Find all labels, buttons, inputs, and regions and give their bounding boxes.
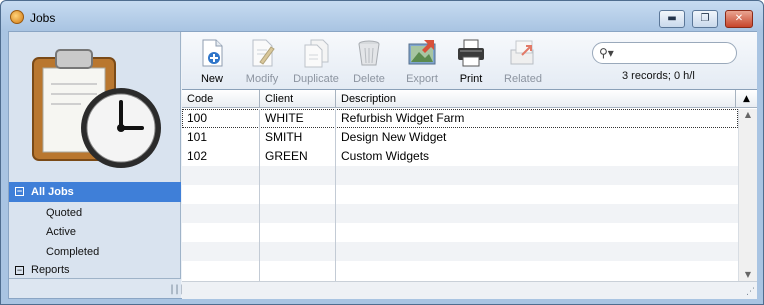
sidebar-item-quoted[interactable]: Quoted [9,203,181,223]
new-button[interactable]: New [184,38,240,88]
sidebar-item-completed[interactable]: Completed [9,242,181,262]
column-header-description[interactable]: Description [336,90,736,108]
column-divider [335,109,336,281]
resize-grip-icon[interactable]: ⋰ [746,287,755,297]
cell-code: 102 [187,149,208,163]
toolbar: New Modify Duplicate Delete Export Print… [182,32,757,89]
table-row[interactable]: 100 WHITE Refurbish Widget Farm [182,109,738,128]
export-icon [408,40,436,65]
column-divider [259,109,260,281]
clipboard-clock-icon [32,49,161,168]
sidebar-item-all-jobs[interactable]: − All Jobs [9,182,181,202]
app-icon [10,10,24,24]
related-button[interactable]: Related [495,38,551,88]
record-count: 3 records; 0 h/l [622,70,695,82]
collapse-toggle-icon[interactable]: − [15,266,24,275]
cell-code: 101 [187,130,208,144]
content-frame: − All Jobs Quoted Active Completed − Rep… [8,31,757,299]
delete-button[interactable]: Delete [341,38,397,88]
sidebar-item-label: Completed [46,246,100,258]
related-icon [510,40,534,65]
scroll-up-icon[interactable]: ▲ [739,109,757,121]
cell-description: Custom Widgets [341,149,430,163]
empty-row [182,185,738,204]
cell-description: Refurbish Widget Farm [341,111,465,125]
table-row[interactable]: 102 GREEN Custom Widgets [182,147,738,166]
sidebar-item-reports[interactable]: − Reports [9,262,181,278]
empty-row [182,242,738,261]
search-box[interactable]: ⚲▾ [592,42,737,64]
duplicate-label: Duplicate [293,73,339,85]
search-input[interactable] [619,45,731,61]
print-label: Print [459,73,483,85]
modify-document-icon [252,39,275,67]
modify-button[interactable]: Modify [234,38,290,88]
horizontal-scrollbar[interactable]: ⋰ [182,281,757,299]
maximize-button[interactable]: ❐ [692,10,718,28]
cell-client: SMITH [265,130,303,144]
table-header: Code Client Description ▲ [182,90,757,108]
sidebar: − All Jobs Quoted Active Completed − Rep… [9,32,185,298]
empty-row [182,204,738,223]
minimize-button[interactable]: ▬ [659,10,685,28]
sidebar-item-label: Active [46,226,76,238]
sidebar-item-active[interactable]: Active [9,222,181,242]
collapse-toggle-icon[interactable]: − [15,187,24,196]
table-row[interactable]: 101 SMITH Design New Widget [182,128,738,147]
new-label: New [200,73,223,85]
jobs-table: Code Client Description ▲ 100 WHITE Refu… [182,89,757,299]
column-chooser-icon[interactable]: ▲ [736,90,757,108]
cell-client: GREEN [265,149,308,163]
trash-icon [358,40,380,66]
new-document-icon [202,39,223,67]
column-header-client[interactable]: Client [260,90,336,108]
delete-label: Delete [353,73,385,85]
modify-label: Modify [245,73,279,85]
sidebar-footer: ||| [9,278,185,298]
empty-row [182,166,738,185]
window-title: Jobs [30,11,56,25]
duplicate-button[interactable]: Duplicate [288,38,344,88]
export-label: Export [406,73,438,85]
sidebar-item-label: Quoted [46,207,83,219]
sidebar-item-label: Reports [31,264,70,276]
related-label: Related [504,73,542,85]
search-icon[interactable]: ⚲▾ [599,46,614,60]
scroll-down-icon[interactable]: ▼ [739,269,757,281]
empty-row [182,223,738,242]
cell-description: Design New Widget [341,130,447,144]
export-button[interactable]: Export [394,38,450,88]
column-header-code[interactable]: Code [182,90,260,108]
cell-client: WHITE [265,111,304,125]
cell-code: 100 [187,111,208,125]
sidebar-item-label: All Jobs [31,186,74,198]
table-body: 100 WHITE Refurbish Widget Farm 101 SMIT… [182,109,738,281]
printer-icon [458,39,484,67]
duplicate-document-icon [304,39,329,68]
jobs-window: Jobs ▬ ❐ ✕ − All Jobs Quoted Active Comp… [0,0,764,305]
vertical-scrollbar[interactable]: ▲ ▼ [738,109,757,281]
empty-row [182,261,738,280]
print-button[interactable]: Print [443,38,499,88]
title-bar[interactable]: Jobs ▬ ❐ ✕ [1,1,763,31]
close-button[interactable]: ✕ [725,10,753,28]
